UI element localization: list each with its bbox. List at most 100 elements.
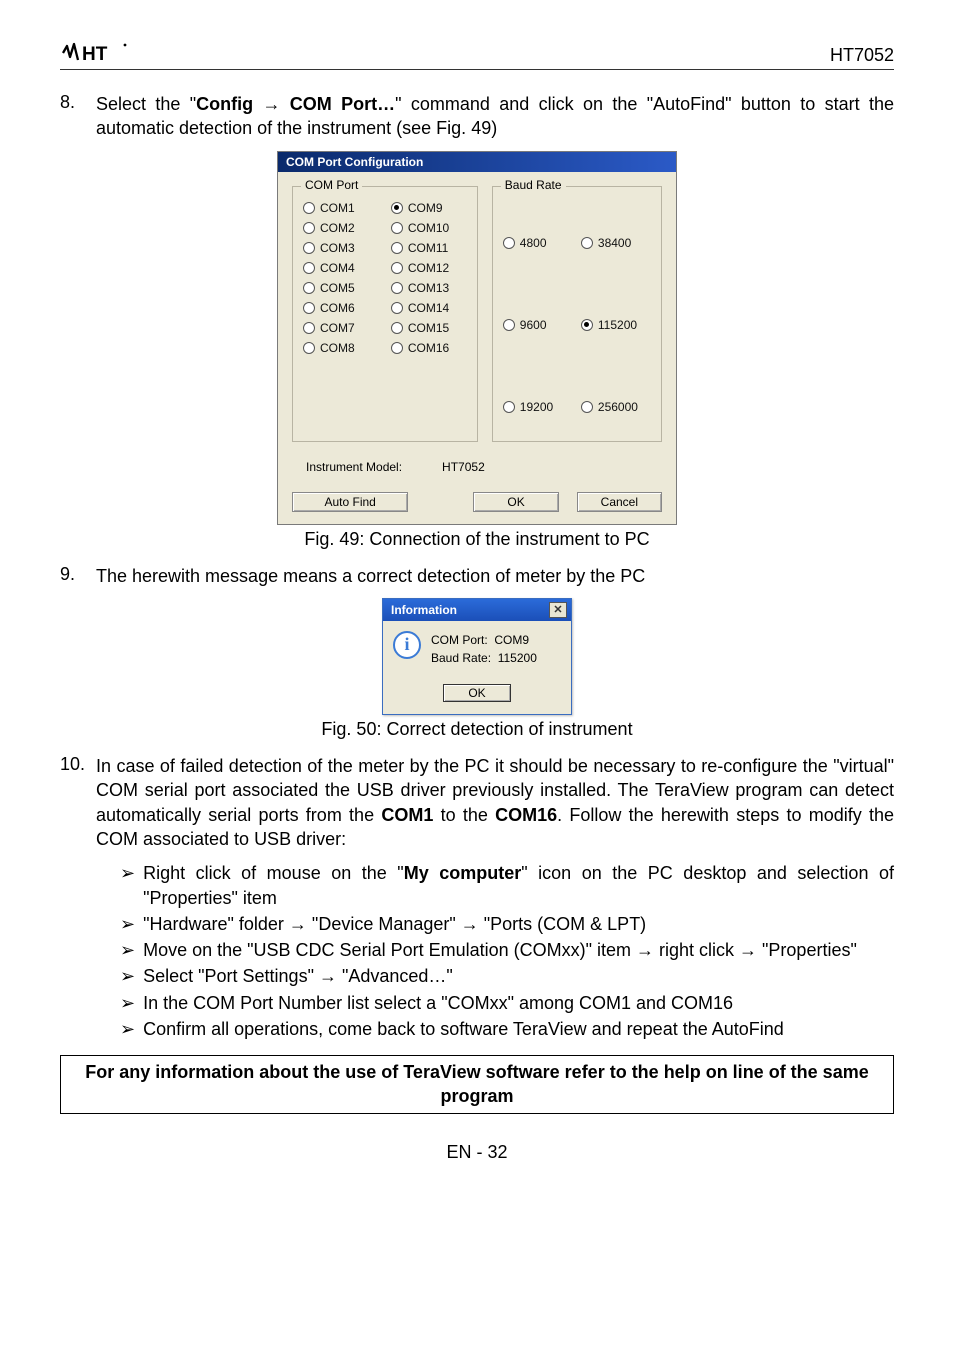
list-num: 9. — [60, 564, 86, 588]
bold: COM1 — [381, 805, 433, 825]
radio-baud-4800[interactable]: 4800 — [503, 236, 573, 250]
radio-com14[interactable]: COM14 — [391, 301, 467, 315]
bullet-icon: ➢ — [120, 991, 135, 1015]
cancel-button[interactable]: Cancel — [577, 492, 662, 512]
instrument-model-value: HT7052 — [442, 460, 485, 474]
bullet-item: ➢Move on the "USB CDC Serial Port Emulat… — [120, 938, 894, 962]
logo: HT — [60, 40, 130, 66]
radio-icon — [581, 237, 593, 249]
list-item-10: 10. In case of failed detection of the m… — [60, 754, 894, 851]
radio-icon — [391, 342, 403, 354]
radio-icon — [391, 282, 403, 294]
radio-label: COM9 — [408, 201, 443, 215]
radio-icon — [391, 202, 403, 214]
radio-com10[interactable]: COM10 — [391, 221, 467, 235]
radio-label: 38400 — [598, 236, 631, 250]
bullet-text: "Hardware" folder → "Device Manager" → "… — [143, 912, 894, 936]
bold: Config — [196, 94, 262, 114]
group-legend: Baud Rate — [501, 178, 566, 192]
group-legend: COM Port — [301, 178, 362, 192]
radio-icon — [303, 262, 315, 274]
radio-com12[interactable]: COM12 — [391, 261, 467, 275]
radio-com3[interactable]: COM3 — [303, 241, 379, 255]
text: Select the " — [96, 94, 196, 114]
radio-baud-9600[interactable]: 9600 — [503, 318, 573, 332]
bullet-text: Confirm all operations, come back to sof… — [143, 1017, 894, 1041]
radio-icon — [581, 319, 593, 331]
com-port-dialog: COM Port Configuration COM Port COM1COM9… — [277, 151, 677, 525]
text: to the — [433, 805, 495, 825]
radio-icon — [391, 302, 403, 314]
ok-button[interactable]: OK — [443, 684, 511, 702]
page-header: HT HT7052 — [60, 40, 894, 70]
radio-label: 9600 — [520, 318, 547, 332]
list-num: 10. — [60, 754, 86, 851]
close-icon[interactable]: ✕ — [549, 602, 567, 618]
ok-button[interactable]: OK — [473, 492, 558, 512]
radio-icon — [503, 319, 515, 331]
radio-icon — [303, 282, 315, 294]
bullet-item: ➢ Select "Port Settings" → "Advanced…" — [120, 964, 894, 988]
doc-title: HT7052 — [830, 45, 894, 66]
radio-label: COM3 — [320, 241, 355, 255]
list-item-8: 8. Select the "Config → COM Port…" comma… — [60, 92, 894, 141]
label: Baud Rate: — [431, 651, 491, 665]
radio-com2[interactable]: COM2 — [303, 221, 379, 235]
radio-com8[interactable]: COM8 — [303, 341, 379, 355]
value: COM9 — [494, 633, 529, 647]
page-footer: EN - 32 — [60, 1142, 894, 1163]
information-dialog: Information ✕ i COM Port: COM9 Baud Rate… — [382, 598, 572, 715]
radio-label: COM10 — [408, 221, 449, 235]
bold: COM16 — [495, 805, 557, 825]
radio-icon — [391, 222, 403, 234]
list-item-9: 9. The herewith message means a correct … — [60, 564, 894, 588]
radio-icon — [391, 242, 403, 254]
radio-com15[interactable]: COM15 — [391, 321, 467, 335]
radio-label: 256000 — [598, 400, 638, 414]
bullet-icon: ➢ — [120, 861, 135, 910]
radio-com13[interactable]: COM13 — [391, 281, 467, 295]
radio-com1[interactable]: COM1 — [303, 201, 379, 215]
radio-com7[interactable]: COM7 — [303, 321, 379, 335]
dialog-title: Information — [391, 603, 457, 617]
radio-label: COM7 — [320, 321, 355, 335]
radio-baud-38400[interactable]: 38400 — [581, 236, 651, 250]
radio-baud-19200[interactable]: 19200 — [503, 400, 573, 414]
radio-baud-115200[interactable]: 115200 — [581, 318, 651, 332]
bullet-text: In the COM Port Number list select a "CO… — [143, 991, 894, 1015]
note-box: For any information about the use of Ter… — [60, 1055, 894, 1114]
radio-com6[interactable]: COM6 — [303, 301, 379, 315]
auto-find-button[interactable]: Auto Find — [292, 492, 408, 512]
radio-icon — [303, 202, 315, 214]
arrow-icon: → — [262, 94, 280, 114]
radio-icon — [303, 302, 315, 314]
radio-com16[interactable]: COM16 — [391, 341, 467, 355]
radio-com11[interactable]: COM11 — [391, 241, 467, 255]
radio-com9[interactable]: COM9 — [391, 201, 467, 215]
bullet-text: Select "Port Settings" → "Advanced…" — [143, 964, 894, 988]
radio-icon — [391, 322, 403, 334]
bullet-icon: ➢ — [120, 1017, 135, 1041]
radio-label: COM12 — [408, 261, 449, 275]
figure-caption: Fig. 50: Correct detection of instrument — [60, 719, 894, 740]
bullet-icon: ➢ — [120, 938, 135, 962]
value: 115200 — [498, 651, 537, 665]
instrument-model-row: Instrument Model: HT7052 — [306, 460, 658, 474]
bullet-icon: ➢ — [120, 964, 135, 988]
instrument-model-label: Instrument Model: — [306, 460, 402, 474]
radio-icon — [303, 242, 315, 254]
radio-label: COM16 — [408, 341, 449, 355]
radio-label: COM11 — [408, 241, 448, 255]
radio-baud-256000[interactable]: 256000 — [581, 400, 651, 414]
radio-label: COM8 — [320, 341, 355, 355]
radio-icon — [503, 401, 515, 413]
radio-icon — [303, 322, 315, 334]
radio-com5[interactable]: COM5 — [303, 281, 379, 295]
bullet-item: ➢"Hardware" folder → "Device Manager" → … — [120, 912, 894, 936]
dialog-titlebar: Information ✕ — [383, 599, 571, 621]
radio-icon — [303, 342, 315, 354]
bullet-item: ➢ In the COM Port Number list select a "C… — [120, 991, 894, 1015]
radio-com4[interactable]: COM4 — [303, 261, 379, 275]
radio-label: COM14 — [408, 301, 449, 315]
com-port-group: COM Port COM1COM9COM2COM10COM3COM11COM4C… — [292, 186, 478, 442]
